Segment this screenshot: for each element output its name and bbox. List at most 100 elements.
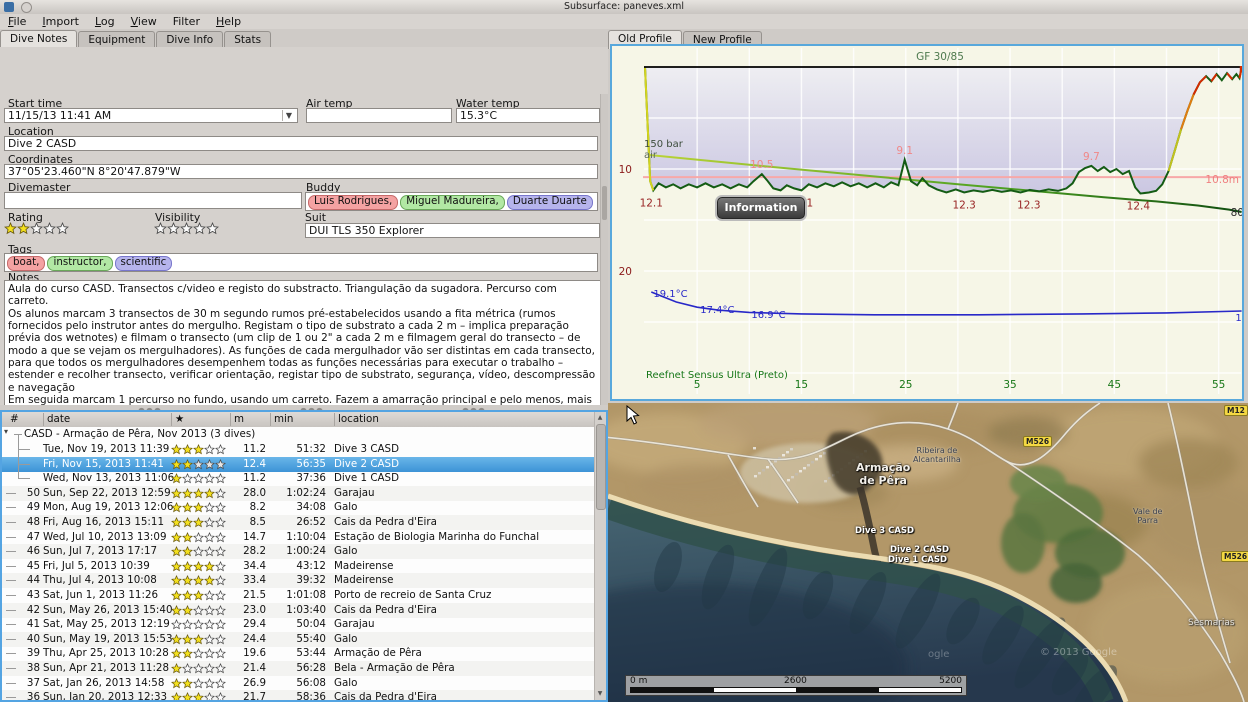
start-time-combo[interactable]: 11/15/13 11:41 AM ▼ xyxy=(4,108,298,123)
dive-row[interactable]: 37 Sat, Jan 26, 2013 14:58 26.9 56:08 Ga… xyxy=(2,676,594,691)
dive-location: Dive 1 CASD xyxy=(334,472,399,484)
star-icon xyxy=(204,488,215,499)
dive-row[interactable]: Tue, Nov 19, 2013 11:39 11.2 51:32 Dive … xyxy=(2,442,594,457)
dive-date: Sun, Jul 7, 2013 17:17 xyxy=(43,545,157,557)
map-place-label: Vale de Parra xyxy=(1133,507,1162,525)
svg-text:17.4°C: 17.4°C xyxy=(700,305,734,316)
svg-text:10.5: 10.5 xyxy=(750,159,773,171)
collapse-arrow-icon[interactable]: ▾ xyxy=(4,427,8,436)
suit-input[interactable]: DUI TLS 350 Explorer xyxy=(305,223,600,238)
tag-chip[interactable]: instructor, xyxy=(47,256,112,271)
dive-row[interactable]: 47 Wed, Jul 10, 2013 13:09 14.7 1:10:04 … xyxy=(2,530,594,545)
column-header-0[interactable]: # xyxy=(7,413,19,426)
star-icon xyxy=(215,546,226,557)
divemaster-input[interactable] xyxy=(4,192,302,209)
visibility-stars[interactable] xyxy=(154,222,219,235)
column-header-3[interactable]: m xyxy=(230,413,244,426)
dive-date: Sun, Sep 22, 2013 12:59 xyxy=(43,487,171,499)
dive-row[interactable]: Fri, Nov 15, 2013 11:41 12.4 56:35 Dive … xyxy=(2,457,594,472)
dive-list-header[interactable]: # date ★ m min location xyxy=(2,412,594,428)
scrollbar-thumb[interactable] xyxy=(596,424,606,510)
dive-row[interactable]: Wed, Nov 13, 2013 11:06 11.2 37:36 Dive … xyxy=(2,471,594,486)
dive-profile-chart: GF 30/85150 barair8010.8m102051525354555… xyxy=(610,44,1244,401)
tags-input[interactable]: boat,instructor,scientific xyxy=(4,253,598,272)
dive-duration: 39:32 xyxy=(270,574,326,586)
buddy-chip[interactable]: Luis Rodrigues, xyxy=(308,195,398,210)
star-icon xyxy=(193,561,204,572)
left-tabbar: Dive NotesEquipmentDive InfoStats xyxy=(0,29,608,47)
star-icon xyxy=(171,590,182,601)
tag-chip[interactable]: scientific xyxy=(115,256,173,271)
star-icon xyxy=(193,663,204,674)
dive-row[interactable]: 39 Thu, Apr 25, 2013 10:28 19.6 53:44 Ar… xyxy=(2,646,594,661)
dive-row[interactable]: 49 Mon, Aug 19, 2013 12:06 8.2 34:08 Gal… xyxy=(2,500,594,515)
menu-item-log[interactable]: Log xyxy=(87,14,123,29)
dive-site-marker[interactable]: Dive 1 CASD xyxy=(888,555,947,565)
dive-row[interactable]: 48 Fri, Aug 16, 2013 15:11 8.5 26:52 Cai… xyxy=(2,515,594,530)
dive-site-marker[interactable]: Dive 2 CASD xyxy=(890,545,949,555)
star-icon xyxy=(171,619,182,630)
dive-number: 39 xyxy=(22,647,40,659)
dive-row[interactable]: 50 Sun, Sep 22, 2013 12:59 28.0 1:02:24 … xyxy=(2,486,594,501)
window-titlebar[interactable]: Subsurface: paneves.xml xyxy=(0,0,1248,15)
menu-item-filter[interactable]: Filter xyxy=(165,14,208,29)
dive-duration: 56:35 xyxy=(270,458,326,470)
coordinates-input[interactable]: 37°05'23.460"N 8°20'47.879"W xyxy=(4,164,598,179)
menu-item-help[interactable]: Help xyxy=(208,14,249,29)
column-header-4[interactable]: min xyxy=(270,413,293,426)
water-temp-input[interactable]: 15.3°C xyxy=(456,108,600,123)
dive-row[interactable]: 36 Sun, Jan 20, 2013 12:33 21.7 58:36 Ca… xyxy=(2,690,594,700)
dive-site-marker[interactable]: Dive 3 CASD xyxy=(855,526,914,536)
dive-rating xyxy=(171,663,226,674)
information-button[interactable]: Information xyxy=(717,197,805,219)
star-icon xyxy=(193,222,206,235)
subsurface-window: Subsurface: paneves.xml FileImportLogVie… xyxy=(0,0,1248,702)
dive-row[interactable]: 45 Fri, Jul 5, 2013 10:39 34.4 43:12 Mad… xyxy=(2,559,594,574)
dive-date: Fri, Nov 15, 2013 11:41 xyxy=(43,458,164,470)
menu-item-file[interactable]: File xyxy=(0,14,34,29)
dive-rating xyxy=(171,692,226,700)
menu-item-view[interactable]: View xyxy=(123,14,165,29)
chevron-down-icon[interactable]: ▼ xyxy=(282,110,295,121)
dive-depth: 11.2 xyxy=(230,443,266,455)
star-icon xyxy=(204,605,215,616)
buddy-input[interactable]: Luis Rodrigues,Miguel Madureira,Duarte D… xyxy=(305,192,598,211)
form-scrollbar[interactable] xyxy=(600,94,608,453)
menu-item-import[interactable]: Import xyxy=(34,14,87,29)
dive-row[interactable]: 42 Sun, May 26, 2013 15:40 23.0 1:03:40 … xyxy=(2,603,594,618)
dive-row[interactable]: 46 Sun, Jul 7, 2013 17:17 28.2 1:00:24 G… xyxy=(2,544,594,559)
dive-list-scrollbar[interactable]: ▲ ▼ xyxy=(594,412,606,700)
star-icon xyxy=(171,459,182,470)
star-icon xyxy=(204,590,215,601)
buddy-chip[interactable]: Miguel Madureira, xyxy=(400,195,505,210)
tag-chip[interactable]: boat, xyxy=(7,256,45,271)
location-input[interactable]: Dive 2 CASD xyxy=(4,136,598,151)
dive-site-map[interactable]: Armação de PêraRibeira de AlcantarilhaVa… xyxy=(608,403,1248,702)
dive-row[interactable]: 41 Sat, May 25, 2013 12:19 29.4 50:04 Ga… xyxy=(2,617,594,632)
dive-date: Wed, Jul 10, 2013 13:09 xyxy=(43,531,167,543)
svg-text:Reefnet Sensus Ultra (Preto): Reefnet Sensus Ultra (Preto) xyxy=(646,370,788,381)
dive-depth: 12.4 xyxy=(230,458,266,470)
column-header-2[interactable]: ★ xyxy=(171,413,184,426)
dive-row[interactable]: 40 Sun, May 19, 2013 15:53 24.4 55:40 Ga… xyxy=(2,632,594,647)
buddy-chip[interactable]: Duarte Duarte xyxy=(507,195,593,210)
dive-duration: 1:01:08 xyxy=(270,589,326,601)
scroll-up-icon[interactable]: ▲ xyxy=(595,413,605,423)
scroll-down-icon[interactable]: ▼ xyxy=(595,689,605,699)
dive-row[interactable]: 38 Sun, Apr 21, 2013 11:28 21.4 56:28 Be… xyxy=(2,661,594,676)
dive-row[interactable]: 44 Thu, Jul 4, 2013 10:08 33.4 39:32 Mad… xyxy=(2,573,594,588)
air-temp-input[interactable] xyxy=(306,108,452,123)
svg-text:16.9°C: 16.9°C xyxy=(751,310,785,321)
star-icon xyxy=(4,222,17,235)
dive-duration: 1:00:24 xyxy=(270,545,326,557)
dive-duration: 34:08 xyxy=(270,501,326,513)
dive-rating xyxy=(171,532,226,543)
column-header-1[interactable]: date xyxy=(43,413,70,426)
star-icon xyxy=(193,546,204,557)
dive-row[interactable]: 43 Sat, Jun 1, 2013 11:26 21.5 1:01:08 P… xyxy=(2,588,594,603)
column-header-5[interactable]: location xyxy=(334,413,379,426)
rating-stars[interactable] xyxy=(4,222,69,235)
star-icon xyxy=(182,473,193,484)
trip-row[interactable]: ▾ CASD - Armação de Pêra, Nov 2013 (3 di… xyxy=(2,427,594,442)
dive-location: Garajau xyxy=(334,487,375,499)
